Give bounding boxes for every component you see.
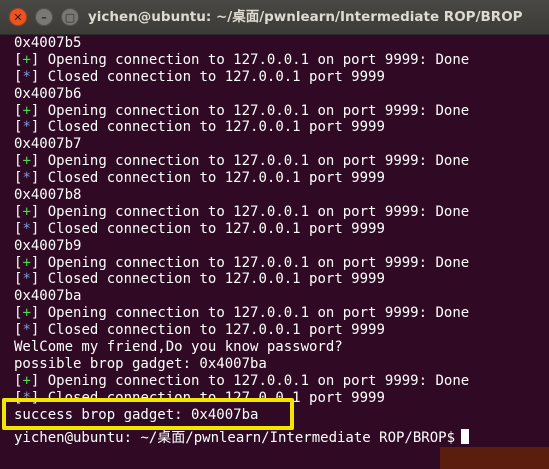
status-plus-marker: + <box>22 102 31 119</box>
line-text: Closed connection to 127.0.0.1 port 9999 <box>39 68 385 85</box>
line-text: 0x4007b9 <box>14 237 82 254</box>
status-star-marker: * <box>22 119 31 136</box>
line-text: 0x4007ba <box>14 288 82 305</box>
terminal-line: [+] Opening connection to 127.0.0.1 on p… <box>14 372 470 389</box>
desktop-background <box>440 447 549 469</box>
line-text: Closed connection to 127.0.0.1 port 9999 <box>39 220 385 237</box>
terminal-line: [*] Closed connection to 127.0.0.1 port … <box>14 68 385 85</box>
line-text: Closed connection to 127.0.0.1 port 9999 <box>39 170 385 187</box>
status-plus-marker: + <box>22 153 31 170</box>
line-text: possible brop gadget: 0x4007ba <box>14 355 267 372</box>
terminal-line: 0x4007b5 <box>14 35 549 52</box>
terminal-line: [+] Opening connection to 127.0.0.1 on p… <box>14 153 470 170</box>
title-bar[interactable]: ✕ – ▢ yichen@ubuntu: ~/桌面/pwnlearn/Inter… <box>0 0 549 35</box>
terminal-line: [*] Closed connection to 127.0.0.1 port … <box>14 271 385 288</box>
terminal-line: 0x4007b8 <box>14 187 549 204</box>
status-star-marker: * <box>22 220 31 237</box>
line-text: Closed connection to 127.0.0.1 port 9999 <box>39 271 385 288</box>
close-button[interactable]: ✕ <box>9 8 27 26</box>
status-plus-marker: + <box>22 254 31 271</box>
line-text: Opening connection to 127.0.0.1 on port … <box>39 254 470 271</box>
status-plus-marker: + <box>22 203 31 220</box>
minimize-icon: – <box>41 11 47 24</box>
terminal-line: [+] Opening connection to 127.0.0.1 on p… <box>14 254 470 271</box>
line-text: Opening connection to 127.0.0.1 on port … <box>39 372 470 389</box>
terminal-line: [*] Closed connection to 127.0.0.1 port … <box>14 119 385 136</box>
line-text: Opening connection to 127.0.0.1 on port … <box>39 102 470 119</box>
line-text: 0x4007b6 <box>14 85 82 102</box>
prompt-line[interactable]: yichen@ubuntu: ~/桌面/pwnlearn/Intermediat… <box>14 429 549 446</box>
line-text: Opening connection to 127.0.0.1 on port … <box>39 153 470 170</box>
close-icon: ✕ <box>13 11 23 24</box>
terminal-window: ✕ – ▢ yichen@ubuntu: ~/桌面/pwnlearn/Inter… <box>0 0 549 469</box>
terminal-line: 0x4007ba <box>14 288 549 305</box>
line-text: Opening connection to 127.0.0.1 on port … <box>39 203 470 220</box>
status-plus-marker: + <box>22 51 31 68</box>
terminal-line: [*] Closed connection to 127.0.0.1 port … <box>14 220 385 237</box>
line-text: 0x4007b8 <box>14 187 82 204</box>
highlight-annotation <box>2 398 294 430</box>
status-star-marker: * <box>22 271 31 288</box>
minimize-button[interactable]: – <box>35 8 53 26</box>
terminal-line: [+] Opening connection to 127.0.0.1 on p… <box>14 203 470 220</box>
window-title: yichen@ubuntu: ~/桌面/pwnlearn/Intermediat… <box>88 9 523 25</box>
terminal-line: [+] Opening connection to 127.0.0.1 on p… <box>14 51 470 68</box>
terminal-line: 0x4007b9 <box>14 238 549 255</box>
line-text: 0x4007b5 <box>14 35 82 51</box>
terminal-line: [+] Opening connection to 127.0.0.1 on p… <box>14 102 470 119</box>
line-text: Closed connection to 127.0.0.1 port 9999 <box>39 119 385 136</box>
status-star-marker: * <box>22 68 31 85</box>
terminal-line: [*] Closed connection to 127.0.0.1 port … <box>14 322 385 339</box>
shell-prompt: yichen@ubuntu: ~/桌面/pwnlearn/Intermediat… <box>14 430 456 447</box>
terminal-line: [+] Opening connection to 127.0.0.1 on p… <box>14 305 470 322</box>
status-plus-marker: + <box>22 372 31 389</box>
line-text: WelCome my friend,Do you know password? <box>14 339 343 356</box>
status-plus-marker: + <box>22 305 31 322</box>
terminal-line: WelCome my friend,Do you know password? <box>14 339 549 356</box>
line-text: Opening connection to 127.0.0.1 on port … <box>39 51 470 68</box>
terminal-line: 0x4007b7 <box>14 136 549 153</box>
maximize-button[interactable]: ▢ <box>61 8 79 26</box>
line-text: Closed connection to 127.0.0.1 port 9999 <box>39 322 385 339</box>
terminal-line: [*] Closed connection to 127.0.0.1 port … <box>14 170 385 187</box>
maximize-icon: ▢ <box>64 11 76 24</box>
status-star-marker: * <box>22 322 31 339</box>
terminal-line: 0x4007b6 <box>14 86 549 103</box>
line-text: Opening connection to 127.0.0.1 on port … <box>39 305 470 322</box>
terminal-line: possible brop gadget: 0x4007ba <box>14 356 549 373</box>
status-star-marker: * <box>22 170 31 187</box>
text-cursor <box>461 429 470 445</box>
line-text: 0x4007b7 <box>14 136 82 153</box>
